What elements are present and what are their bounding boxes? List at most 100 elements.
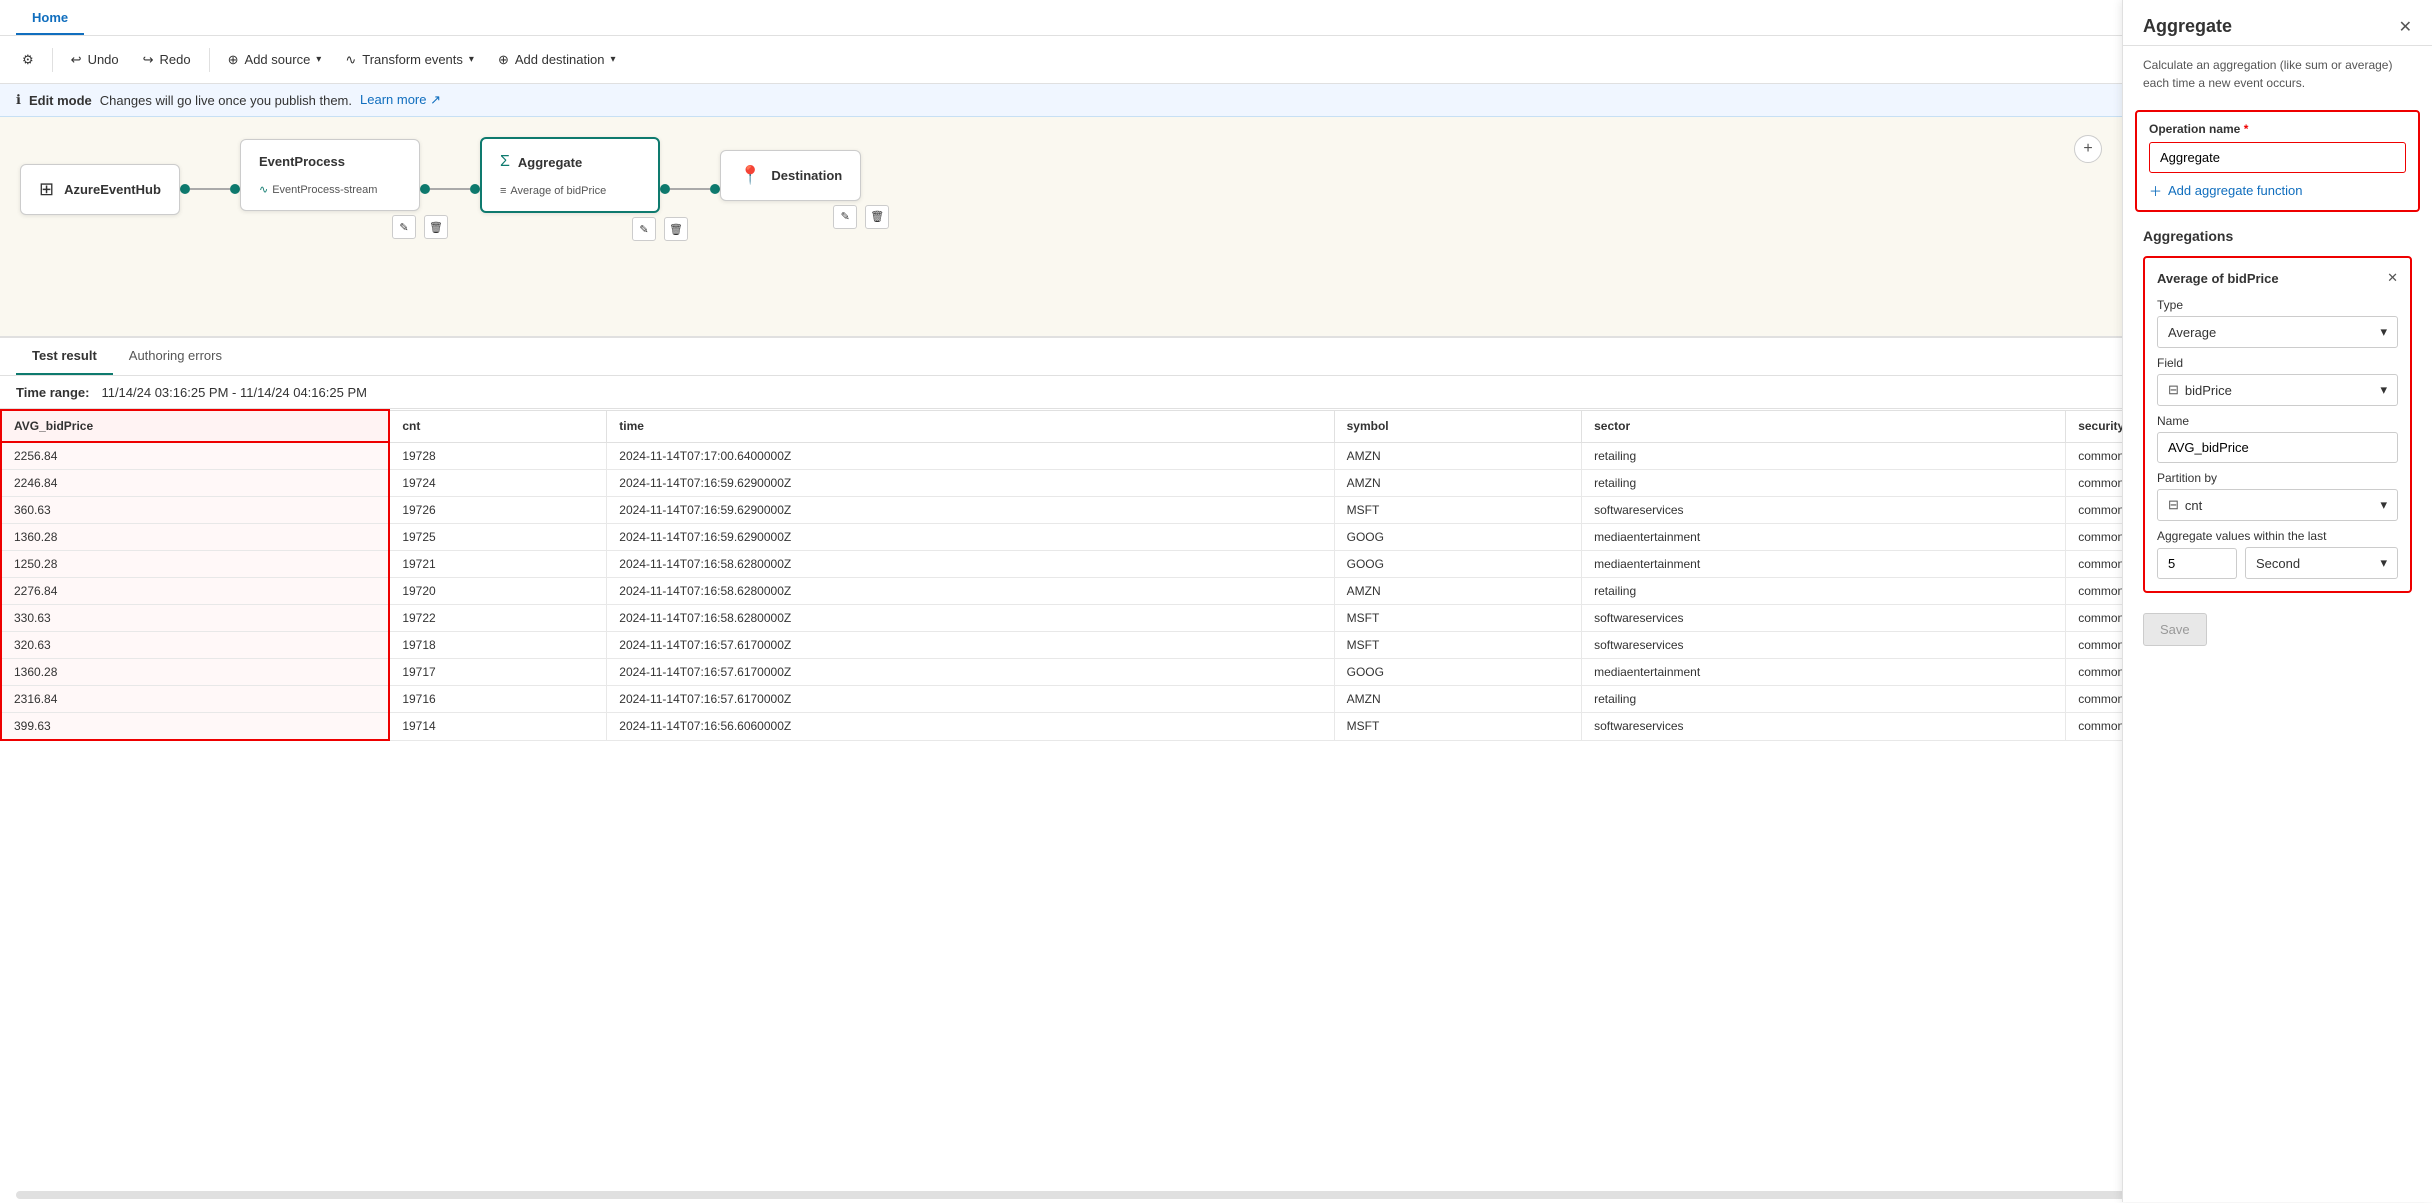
table-row: 2246.84197242024-11-14T07:16:59.6290000Z… bbox=[1, 470, 2432, 497]
table-cell: 19720 bbox=[389, 578, 606, 605]
operation-name-section: Operation name * ＋ Add aggregate functio… bbox=[2135, 110, 2420, 212]
field-select[interactable]: ⊟ bidPrice ▾ bbox=[2157, 374, 2398, 406]
table-row: 1360.28197172024-11-14T07:16:57.6170000Z… bbox=[1, 659, 2432, 686]
add-source-button[interactable]: ⊕ Add source ▾ bbox=[218, 46, 332, 74]
cell-avg-bidprice: 2256.84 bbox=[1, 442, 389, 470]
right-panel-close-button[interactable]: ✕ bbox=[2399, 17, 2412, 37]
aggregate-sub-icon: ≡ bbox=[500, 185, 506, 197]
time-range-label: Time range: bbox=[16, 385, 89, 400]
aggregate-actions: ✎ 🗑 bbox=[632, 217, 688, 241]
transform-events-button[interactable]: ∿ Transform events ▾ bbox=[335, 46, 484, 74]
main-toolbar: ⚙ ↩ Undo ↪ Redo ⊕ Add source ▾ ∿ Transfo… bbox=[0, 36, 2432, 84]
right-panel-description: Calculate an aggregation (like sum or av… bbox=[2123, 46, 2432, 102]
add-destination-button[interactable]: ⊕ Add destination ▾ bbox=[488, 46, 626, 74]
aggregate-values-label: Aggregate values within the last bbox=[2157, 529, 2398, 543]
bottom-panel: Test result Authoring errors Last hour L… bbox=[0, 337, 2432, 1203]
table-cell: 2024-11-14T07:17:00.6400000Z bbox=[607, 442, 1334, 470]
destination-edit-btn[interactable]: ✎ bbox=[833, 205, 857, 229]
undo-button[interactable]: ↩ Undo bbox=[61, 46, 129, 74]
add-aggregate-function-button[interactable]: ＋ Add aggregate function bbox=[2149, 181, 2302, 200]
aggregate-delete-btn[interactable]: 🗑 bbox=[664, 217, 688, 241]
dot-5 bbox=[660, 184, 670, 194]
node-wrap-azure: ⊞ AzureEventHub ✎ 🗑 bbox=[20, 164, 180, 215]
table-cell: GOOG bbox=[1334, 551, 1582, 578]
undo-icon: ↩ bbox=[71, 52, 82, 68]
horizontal-scrollbar[interactable] bbox=[16, 1191, 2416, 1199]
settings-button[interactable]: ⚙ bbox=[12, 46, 44, 74]
table-cell: AMZN bbox=[1334, 442, 1582, 470]
table-cell: 19718 bbox=[389, 632, 606, 659]
type-select[interactable]: Average ▾ bbox=[2157, 316, 2398, 348]
destination-icon: 📍 bbox=[739, 165, 761, 186]
aggregate-edit-btn[interactable]: ✎ bbox=[632, 217, 656, 241]
learn-more-link[interactable]: Learn more ↗ bbox=[360, 92, 441, 108]
flow-row: ⊞ AzureEventHub ✎ 🗑 EventProcess ∿ Ev bbox=[0, 117, 2432, 241]
operation-name-label: Operation name * bbox=[2149, 122, 2406, 136]
redo-button[interactable]: ↪ Redo bbox=[133, 46, 201, 74]
table-cell: 2024-11-14T07:16:59.6290000Z bbox=[607, 524, 1334, 551]
table-cell: 2024-11-14T07:16:57.6170000Z bbox=[607, 632, 1334, 659]
node-destination[interactable]: 📍 Destination bbox=[720, 150, 861, 201]
tab-test-result[interactable]: Test result bbox=[16, 338, 113, 375]
aggregate-number-input[interactable] bbox=[2157, 548, 2237, 579]
field-label: Field bbox=[2157, 356, 2398, 370]
destination-delete-btn[interactable]: 🗑 bbox=[865, 205, 889, 229]
aggregate-icon: Σ bbox=[500, 153, 510, 171]
dot-4 bbox=[470, 184, 480, 194]
required-asterisk: * bbox=[2244, 122, 2249, 136]
partition-by-label: Partition by bbox=[2157, 471, 2398, 485]
cell-avg-bidprice: 1250.28 bbox=[1, 551, 389, 578]
dot-1 bbox=[180, 184, 190, 194]
partition-by-select[interactable]: ⊟ cnt ▾ bbox=[2157, 489, 2398, 521]
table-cell: retailing bbox=[1582, 578, 2066, 605]
add-destination-chevron: ▾ bbox=[610, 54, 615, 65]
node-aggregate[interactable]: Σ Aggregate ≡ Average of bidPrice bbox=[480, 137, 660, 213]
table-cell: mediaentertainment bbox=[1582, 659, 2066, 686]
tab-authoring-errors[interactable]: Authoring errors bbox=[113, 338, 238, 375]
table-cell: 2024-11-14T07:16:58.6280000Z bbox=[607, 551, 1334, 578]
eventprocess-title: EventProcess bbox=[259, 154, 345, 169]
table-row: 399.63197142024-11-14T07:16:56.6060000ZM… bbox=[1, 713, 2432, 741]
top-tabs-bar: Home ✏ Edit ▾ bbox=[0, 0, 2432, 36]
table-cell: retailing bbox=[1582, 470, 2066, 497]
tab-home[interactable]: Home bbox=[16, 2, 84, 35]
col-sector: sector bbox=[1582, 410, 2066, 442]
banner-message: Changes will go live once you publish th… bbox=[100, 93, 352, 108]
table-row: 2316.84197162024-11-14T07:16:57.6170000Z… bbox=[1, 686, 2432, 713]
table-row: 360.63197262024-11-14T07:16:59.6290000ZM… bbox=[1, 497, 2432, 524]
add-node-button[interactable]: + bbox=[2074, 135, 2102, 163]
connector-1 bbox=[180, 184, 240, 194]
dot-2 bbox=[230, 184, 240, 194]
eventprocess-edit-btn[interactable]: ✎ bbox=[392, 215, 416, 239]
line-3 bbox=[670, 188, 710, 190]
table-cell: 19725 bbox=[389, 524, 606, 551]
node-azure-eventhub[interactable]: ⊞ AzureEventHub bbox=[20, 164, 180, 215]
table-cell: softwareservices bbox=[1582, 497, 2066, 524]
name-input[interactable] bbox=[2157, 432, 2398, 463]
type-chevron-icon: ▾ bbox=[2380, 324, 2387, 340]
cell-avg-bidprice: 2316.84 bbox=[1, 686, 389, 713]
table-cell: 2024-11-14T07:16:58.6280000Z bbox=[607, 605, 1334, 632]
transform-chevron: ▾ bbox=[469, 54, 474, 65]
eventprocess-delete-btn[interactable]: 🗑 bbox=[424, 215, 448, 239]
table-cell: GOOG bbox=[1334, 659, 1582, 686]
cell-avg-bidprice: 1360.28 bbox=[1, 524, 389, 551]
agg-card-close-button[interactable]: ✕ bbox=[2387, 270, 2398, 286]
save-button[interactable]: Save bbox=[2143, 613, 2207, 646]
table-cell: 19716 bbox=[389, 686, 606, 713]
table-cell: AMZN bbox=[1334, 686, 1582, 713]
transform-icon: ∿ bbox=[345, 52, 356, 68]
node-eventprocess[interactable]: EventProcess ∿ EventProcess-stream bbox=[240, 139, 420, 211]
settings-icon: ⚙ bbox=[22, 52, 34, 68]
aggregate-unit-select[interactable]: Second ▾ bbox=[2245, 547, 2398, 579]
node-wrap-destination: 📍 Destination ✎ 🗑 bbox=[720, 150, 861, 229]
operation-name-input[interactable] bbox=[2149, 142, 2406, 173]
table-cell: MSFT bbox=[1334, 497, 1582, 524]
table-cell: mediaentertainment bbox=[1582, 524, 2066, 551]
add-fn-plus-icon: ＋ bbox=[2149, 181, 2162, 200]
agg-card-header: Average of bidPrice ✕ bbox=[2157, 270, 2398, 286]
results-table: AVG_bidPrice cnt time symbol sector secu… bbox=[0, 409, 2432, 741]
table-cell: softwareservices bbox=[1582, 605, 2066, 632]
toolbar-separator-1 bbox=[52, 48, 53, 72]
aggregate-values-row: Second ▾ bbox=[2157, 547, 2398, 579]
